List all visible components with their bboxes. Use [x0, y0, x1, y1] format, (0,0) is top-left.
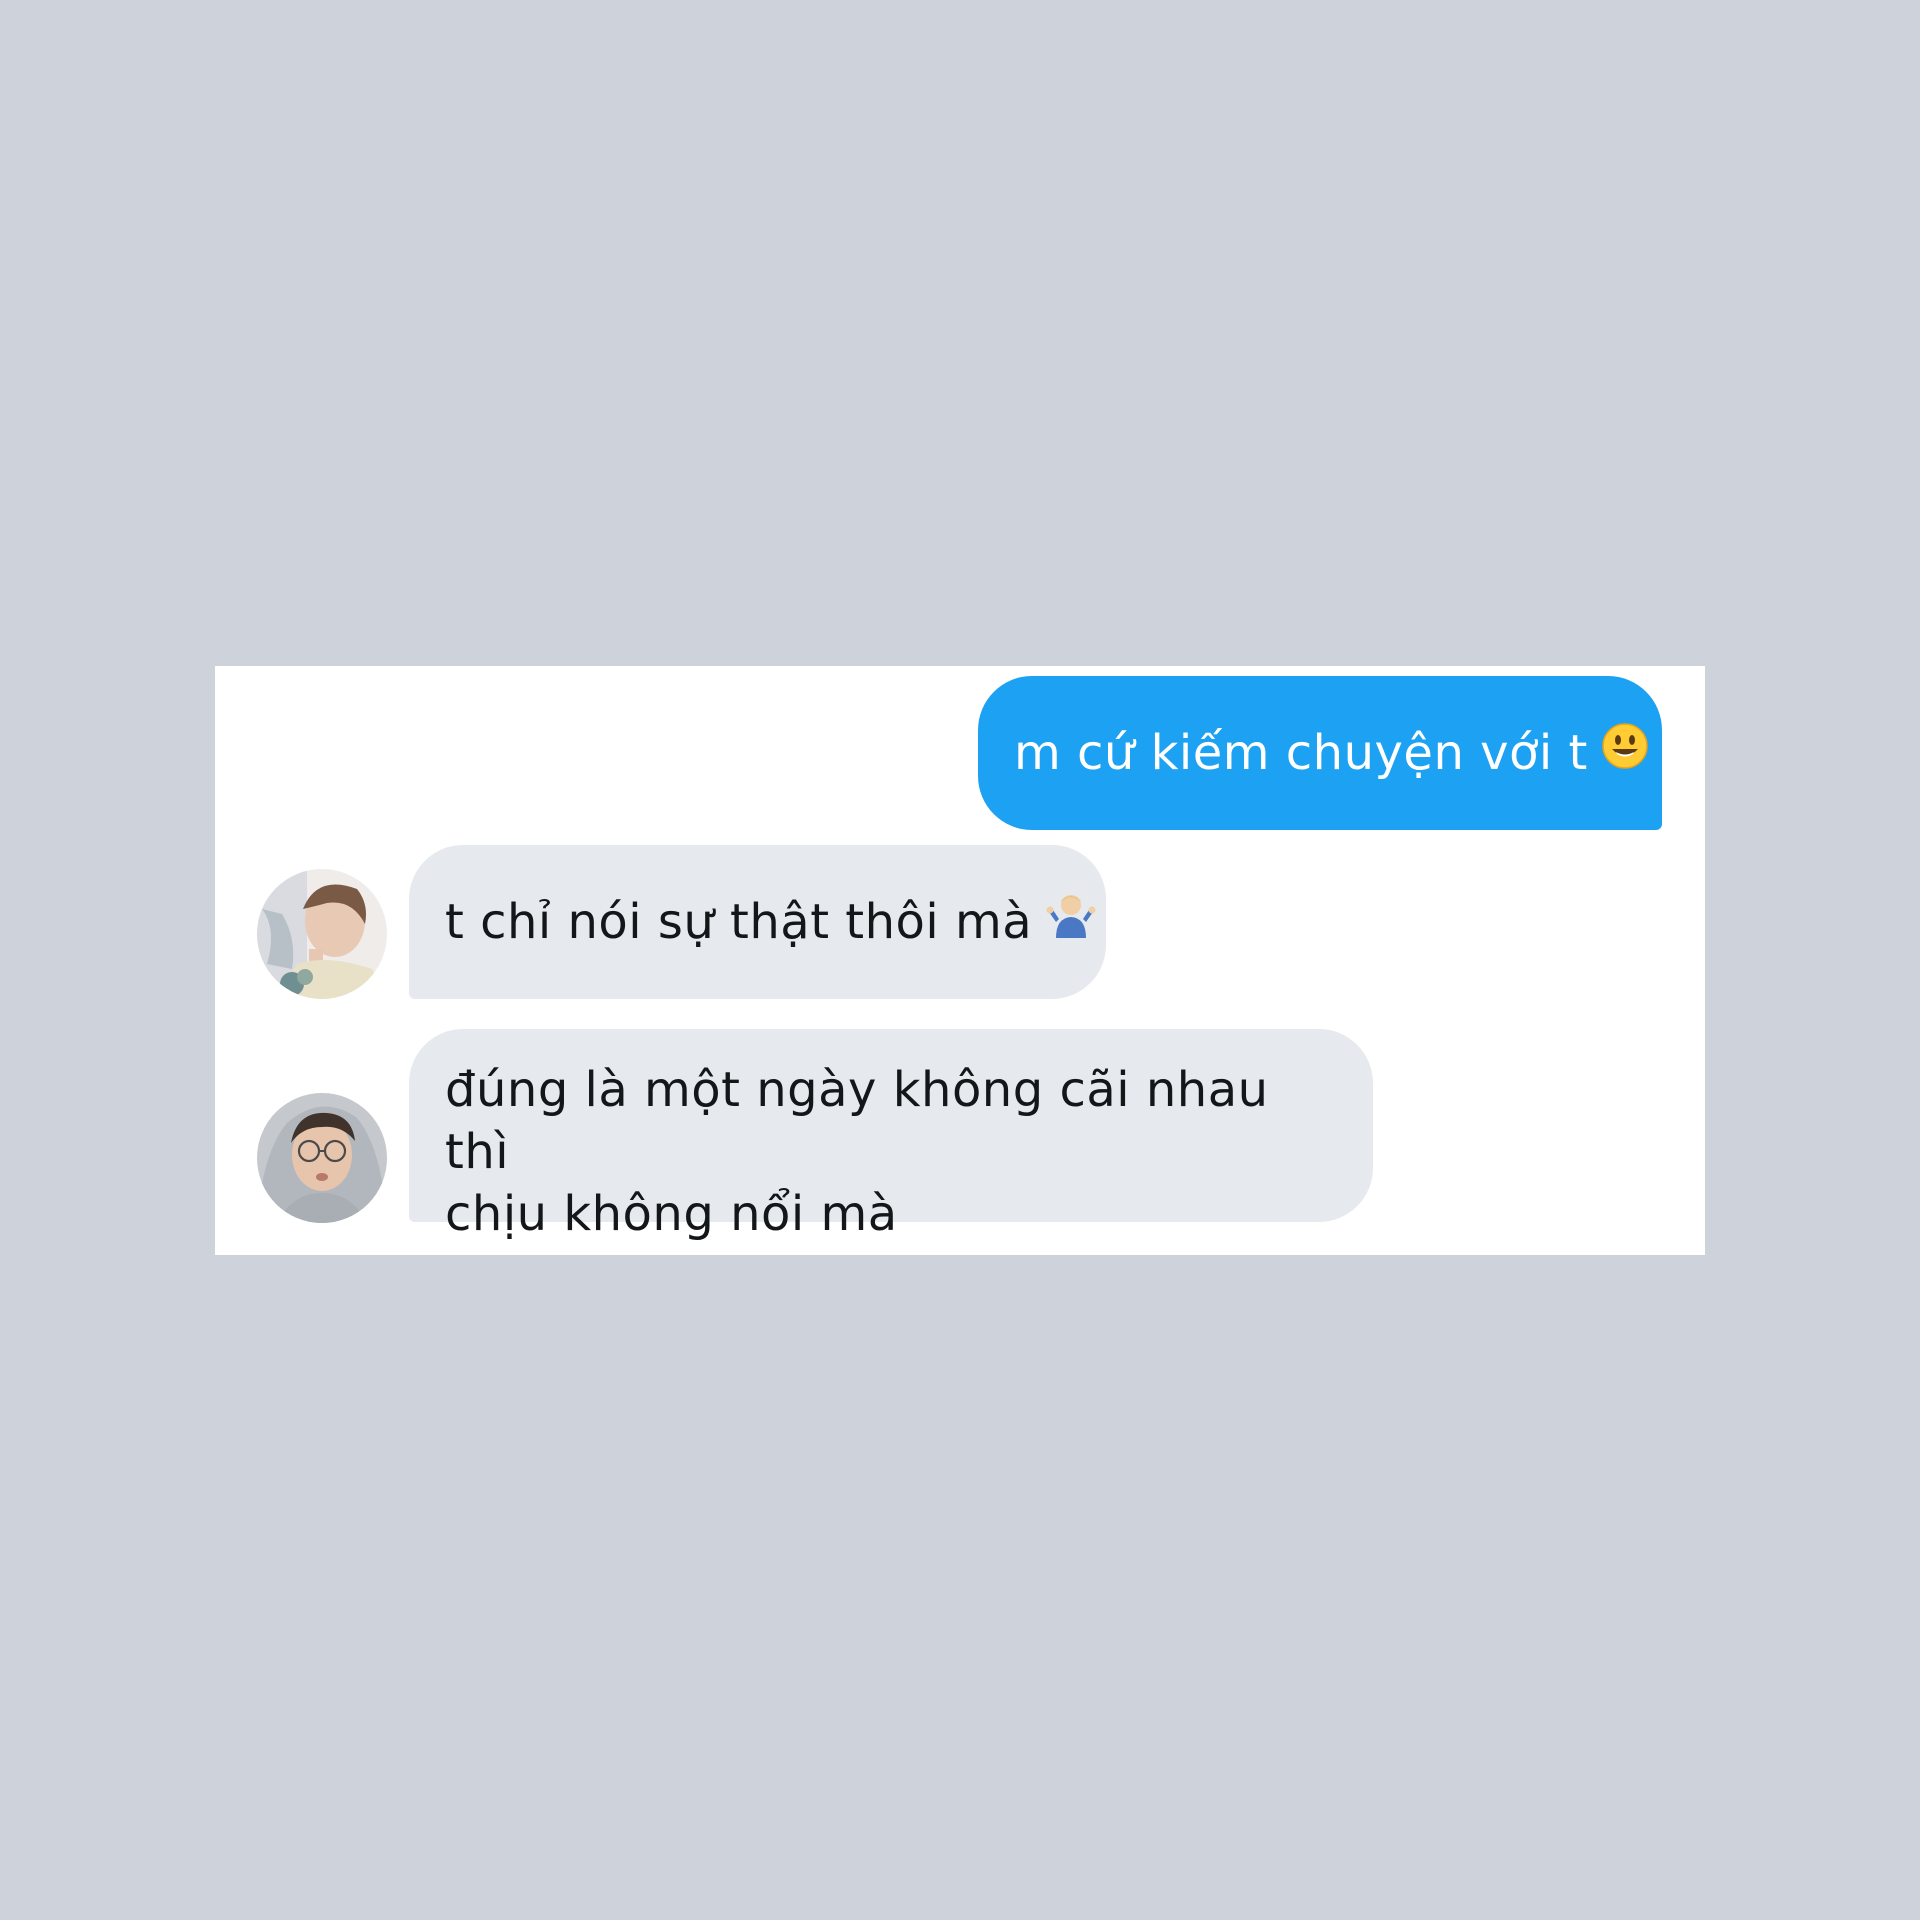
- chat-panel: m cứ kiếm chuyện với t t chỉ nói sự thật: [215, 666, 1705, 1255]
- avatar[interactable]: [257, 1093, 387, 1223]
- incoming-message-text: t chỉ nói sự thật thôi mà: [445, 894, 1033, 950]
- person-shrugging-icon: [1046, 891, 1096, 953]
- incoming-message-bubble[interactable]: đúng là một ngày không cãi nhau thì chịu…: [409, 1029, 1373, 1242]
- incoming-message-line: đúng là một ngày không cãi nhau thì: [445, 1062, 1269, 1180]
- smiley-face-icon: [1602, 722, 1648, 784]
- avatar[interactable]: [257, 869, 387, 999]
- incoming-message-line: chịu không nổi mà: [445, 1186, 898, 1242]
- incoming-message-bubble[interactable]: t chỉ nói sự thật thôi mà: [409, 845, 1106, 999]
- outgoing-message-text: m cứ kiếm chuyện với t: [1014, 725, 1588, 781]
- outgoing-message-bubble[interactable]: m cứ kiếm chuyện với t: [978, 676, 1662, 830]
